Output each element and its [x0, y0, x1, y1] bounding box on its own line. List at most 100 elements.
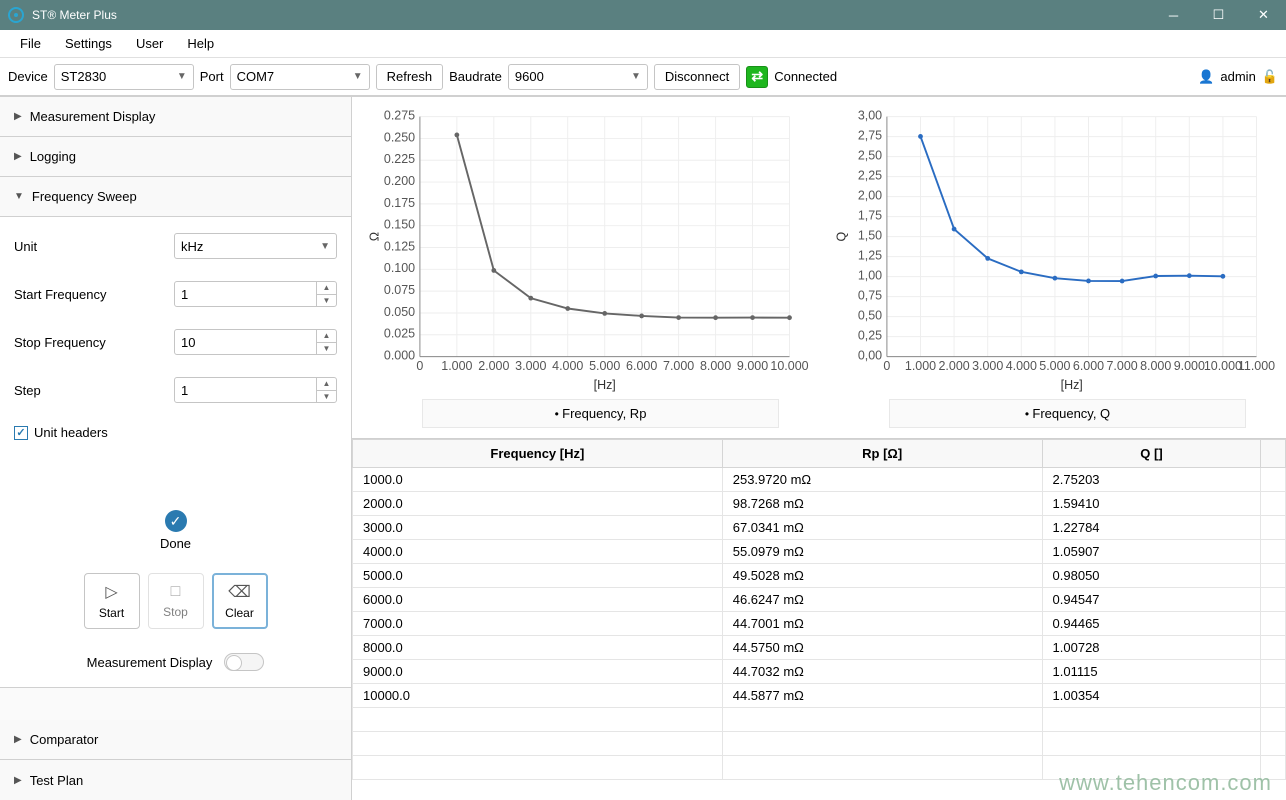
stop-freq-label: Stop Frequency — [14, 335, 174, 350]
port-value: COM7 — [237, 69, 275, 84]
svg-text:[Hz]: [Hz] — [1061, 378, 1083, 392]
unlock-icon: 🔓 — [1262, 69, 1278, 85]
section-test-plan[interactable]: ▶ Test Plan — [0, 760, 351, 800]
table-cell: 1000.0 — [353, 468, 723, 492]
svg-text:[Hz]: [Hz] — [594, 378, 616, 392]
table-cell: 1.59410 — [1042, 492, 1261, 516]
table-row[interactable]: 8000.044.5750 mΩ1.00728 — [353, 636, 1286, 660]
checkbox-label: Unit headers — [34, 425, 108, 440]
table-row[interactable]: 7000.044.7001 mΩ0.94465 — [353, 612, 1286, 636]
svg-text:Ω: Ω — [368, 232, 382, 241]
section-label: Comparator — [30, 732, 99, 747]
spinner[interactable]: ▲▼ — [316, 281, 336, 307]
step-value: 1 — [181, 383, 316, 398]
clear-button[interactable]: ⌫ Clear — [212, 573, 268, 629]
chevron-right-icon: ▶ — [14, 151, 22, 162]
stop-button[interactable]: □ Stop — [148, 573, 204, 629]
table-header[interactable]: Rp [Ω] — [722, 440, 1042, 468]
disconnect-button[interactable]: Disconnect — [654, 64, 740, 90]
section-label: Frequency Sweep — [32, 189, 137, 204]
svg-text:0.025: 0.025 — [384, 327, 415, 341]
measurement-display-toggle[interactable] — [224, 653, 264, 671]
svg-text:0.275: 0.275 — [384, 108, 415, 122]
chart-legend-rp: • Frequency, Rp — [422, 399, 779, 428]
menu-file[interactable]: File — [8, 32, 53, 55]
table-row[interactable]: 4000.055.0979 mΩ1.05907 — [353, 540, 1286, 564]
svg-text:1.000: 1.000 — [441, 359, 472, 373]
svg-text:4.000: 4.000 — [552, 359, 583, 373]
svg-text:2,00: 2,00 — [858, 188, 882, 202]
menu-settings[interactable]: Settings — [53, 32, 124, 55]
maximize-button[interactable]: ☐ — [1196, 0, 1241, 30]
app-icon — [8, 7, 24, 23]
start-button[interactable]: ▷ Start — [84, 573, 140, 629]
close-button[interactable]: ✕ — [1241, 0, 1286, 30]
minimize-button[interactable]: ─ — [1151, 0, 1196, 30]
step-input[interactable]: 1 ▲▼ — [174, 377, 337, 403]
section-logging[interactable]: ▶ Logging — [0, 137, 351, 177]
svg-text:0.075: 0.075 — [384, 283, 415, 297]
table-row[interactable]: 9000.044.7032 mΩ1.01115 — [353, 660, 1286, 684]
menu-help[interactable]: Help — [175, 32, 226, 55]
table-row[interactable]: 3000.067.0341 mΩ1.22784 — [353, 516, 1286, 540]
user-box[interactable]: 👤 admin 🔓 — [1198, 69, 1278, 85]
section-frequency-sweep[interactable]: ▼ Frequency Sweep — [0, 177, 351, 217]
chevron-down-icon: ▼ — [631, 71, 641, 82]
svg-text:0.200: 0.200 — [384, 174, 415, 188]
start-freq-input[interactable]: 1 ▲▼ — [174, 281, 337, 307]
table-row[interactable]: 2000.098.7268 mΩ1.59410 — [353, 492, 1286, 516]
svg-text:0,75: 0,75 — [858, 288, 882, 302]
baudrate-select[interactable]: 9600 ▼ — [508, 64, 648, 90]
table-row[interactable]: 6000.046.6247 mΩ0.94547 — [353, 588, 1286, 612]
stop-freq-value: 10 — [181, 335, 316, 350]
svg-text:0.000: 0.000 — [384, 348, 415, 362]
svg-text:0.125: 0.125 — [384, 239, 415, 253]
table-row[interactable]: 10000.044.5877 mΩ1.00354 — [353, 684, 1286, 708]
table-cell: 44.7001 mΩ — [722, 612, 1042, 636]
content-area: 0.0000.0250.0500.0750.1000.1250.1500.175… — [352, 97, 1286, 800]
svg-text:2,25: 2,25 — [858, 168, 882, 182]
stop-freq-input[interactable]: 10 ▲▼ — [174, 329, 337, 355]
button-label: Clear — [225, 606, 254, 620]
unit-headers-checkbox[interactable]: ✓ Unit headers — [14, 425, 337, 440]
spinner[interactable]: ▲▼ — [316, 329, 336, 355]
chart-q: 0,000,250,500,751,001,251,501,752,002,25… — [819, 97, 1286, 438]
table-cell: 55.0979 mΩ — [722, 540, 1042, 564]
chevron-down-icon: ▼ — [320, 241, 330, 252]
svg-text:2.000: 2.000 — [938, 359, 969, 373]
table-cell: 1.01115 — [1042, 660, 1261, 684]
svg-text:2,75: 2,75 — [858, 128, 882, 142]
menu-user[interactable]: User — [124, 32, 175, 55]
port-select[interactable]: COM7 ▼ — [230, 64, 370, 90]
device-select[interactable]: ST2830 ▼ — [54, 64, 194, 90]
chevron-right-icon: ▶ — [14, 111, 22, 122]
svg-text:2,50: 2,50 — [858, 148, 882, 162]
table-header[interactable]: Frequency [Hz] — [353, 440, 723, 468]
refresh-button[interactable]: Refresh — [376, 64, 444, 90]
baudrate-value: 9600 — [515, 69, 544, 84]
chevron-down-icon: ▼ — [353, 71, 363, 82]
svg-text:0.175: 0.175 — [384, 196, 415, 210]
spinner[interactable]: ▲▼ — [316, 377, 336, 403]
unit-value: kHz — [181, 239, 203, 254]
frequency-sweep-body: Unit kHz ▼ Start Frequency 1 ▲▼ Stop Fre… — [0, 217, 351, 688]
svg-text:7.000: 7.000 — [663, 359, 694, 373]
table-cell: 2000.0 — [353, 492, 723, 516]
window-title: ST® Meter Plus — [32, 8, 1151, 22]
table-cell: 6000.0 — [353, 588, 723, 612]
svg-text:0.250: 0.250 — [384, 130, 415, 144]
svg-text:9.000: 9.000 — [737, 359, 768, 373]
svg-text:0,00: 0,00 — [858, 348, 882, 362]
section-comparator[interactable]: ▶ Comparator — [0, 720, 351, 760]
svg-text:2.000: 2.000 — [478, 359, 509, 373]
unit-select[interactable]: kHz ▼ — [174, 233, 337, 259]
table-cell: 10000.0 — [353, 684, 723, 708]
section-measurement-display[interactable]: ▶ Measurement Display — [0, 97, 351, 137]
table-header[interactable]: Q [] — [1042, 440, 1261, 468]
svg-text:8.000: 8.000 — [1140, 359, 1171, 373]
svg-text:1,00: 1,00 — [858, 268, 882, 282]
table-row[interactable]: 1000.0253.9720 mΩ2.75203 — [353, 468, 1286, 492]
svg-text:0.050: 0.050 — [384, 305, 415, 319]
table-row[interactable]: 5000.049.5028 mΩ0.98050 — [353, 564, 1286, 588]
svg-text:0,25: 0,25 — [858, 328, 882, 342]
